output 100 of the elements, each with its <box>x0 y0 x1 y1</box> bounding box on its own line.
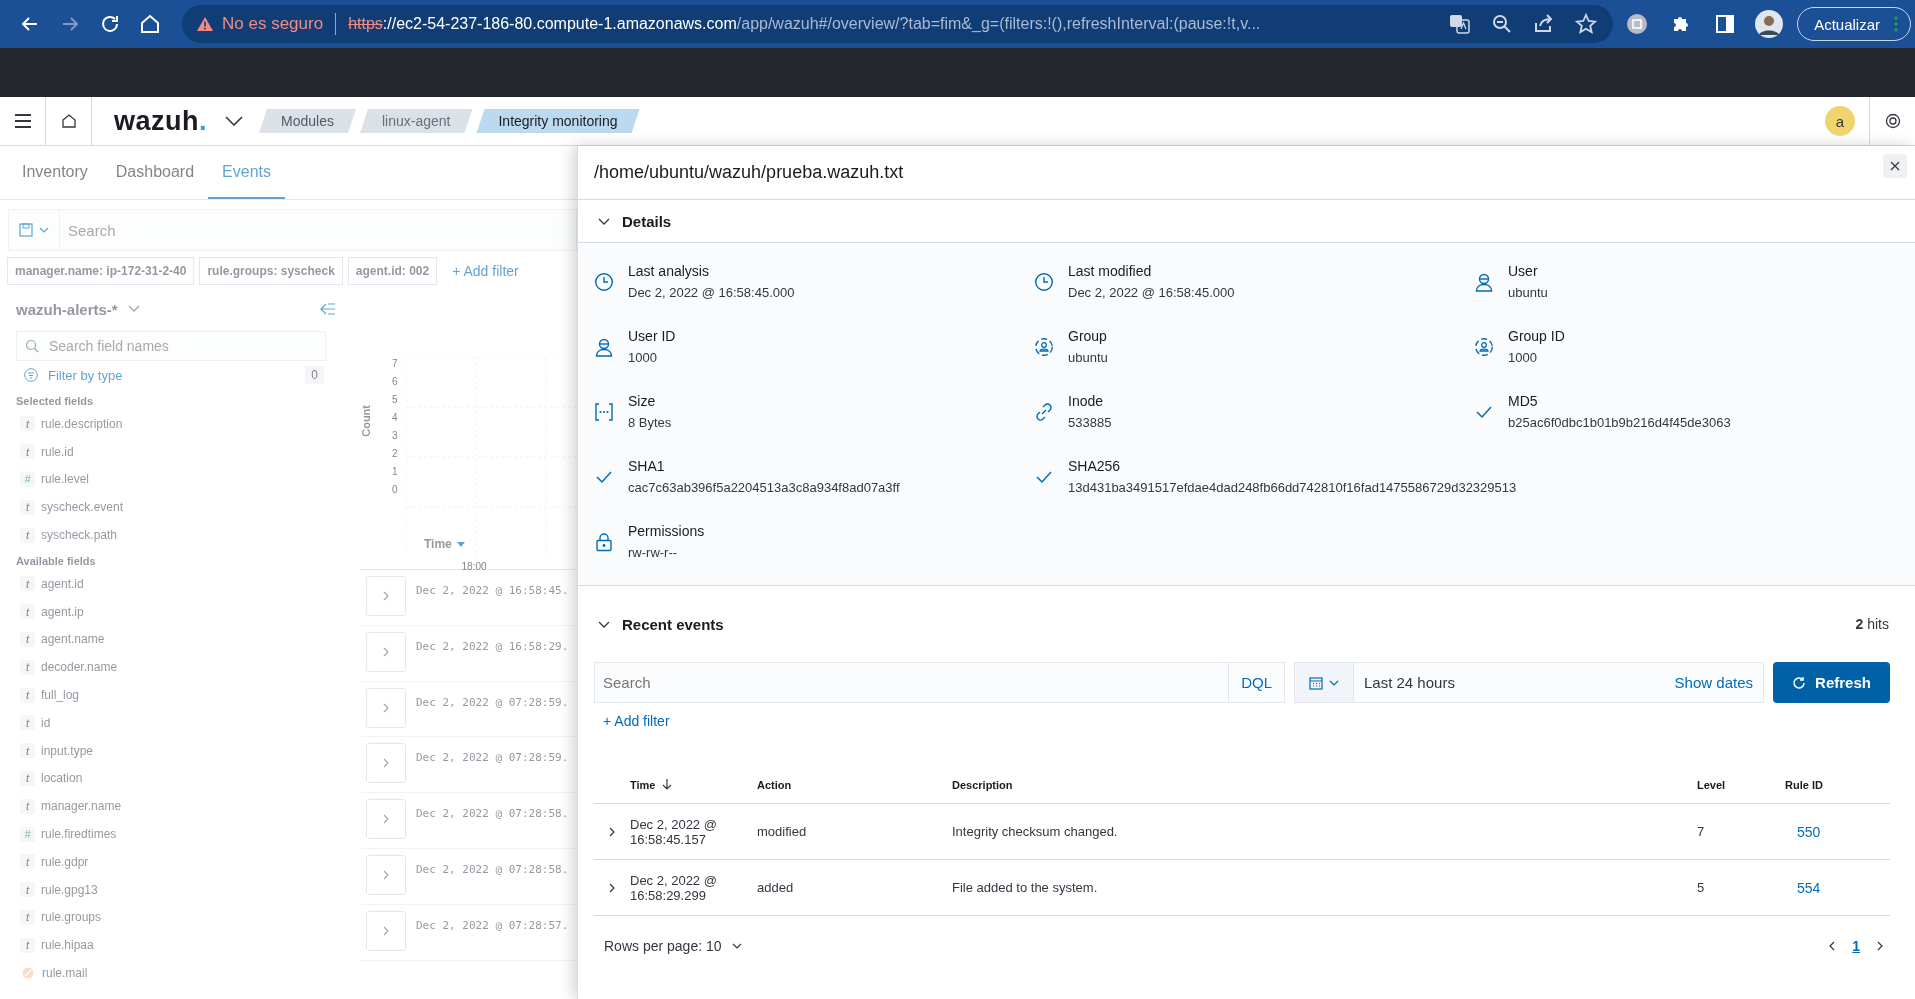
section-toggle[interactable]: Recent events <box>598 615 724 633</box>
table-cell-text: 7 <box>1697 824 1706 839</box>
filter-pill[interactable]: rule.groups: syscheck <box>199 257 343 285</box>
field-name[interactable]: agent.id <box>41 576 84 591</box>
group-icon <box>1474 337 1494 357</box>
rule-id-link[interactable]: 550 <box>1797 823 1821 840</box>
field-name[interactable]: rule.firedtimes <box>41 827 117 842</box>
collapse-icon[interactable] <box>320 303 336 315</box>
field-name[interactable]: rule.mail <box>42 966 88 981</box>
axis-label: Count <box>360 405 372 437</box>
field-name[interactable]: manager.name <box>41 799 122 814</box>
detail-value: cac7c63ab396f5a2204513a3c8a934f8ad07a3ff <box>628 479 900 497</box>
detail-value: rw-rw-r-- <box>628 544 679 562</box>
tick-label: 7 <box>392 357 398 370</box>
search-icon <box>25 339 39 353</box>
field-name[interactable]: location <box>41 771 83 786</box>
close-button[interactable] <box>1883 153 1907 178</box>
search-field[interactable]: Search <box>594 662 1229 703</box>
field-name[interactable]: id <box>41 715 51 730</box>
chevron-right-icon <box>383 702 389 713</box>
chevron-right-icon <box>609 826 615 837</box>
tab[interactable]: Inventory <box>8 146 102 199</box>
address-bar[interactable]: No es seguro https://ec2-54-237-186-80.compute-1.amazonaws.com/app/wazuh#/overview/?tab=fim&_g=(filters:!(),refreshInterval:(pause:!t,v... <box>182 5 1614 43</box>
chevron-right-icon <box>383 814 389 825</box>
field-name[interactable]: rule.id <box>41 444 74 459</box>
filter-icon[interactable] <box>24 368 38 382</box>
field-type-badge: t <box>20 527 35 543</box>
tab[interactable]: Events <box>208 146 285 199</box>
quick-menu-button[interactable] <box>1295 663 1354 702</box>
breadcrumb[interactable]: Modules <box>259 109 356 133</box>
field-type-badge: t <box>20 631 35 647</box>
field-name[interactable]: rule.gpg13 <box>41 882 98 897</box>
user-avatar[interactable]: a <box>1825 106 1855 136</box>
show-dates-link[interactable]: Show dates <box>1674 674 1753 691</box>
date-range[interactable]: Last 24 hours <box>1364 674 1455 691</box>
search-field[interactable]: Search <box>60 209 577 251</box>
column-header[interactable]: Time <box>424 537 452 551</box>
chevron-down-icon[interactable] <box>225 116 244 126</box>
add-filter-link[interactable]: + Add filter <box>452 263 519 279</box>
tab[interactable]: Dashboard <box>101 146 209 199</box>
menu-icon <box>14 114 31 128</box>
field-name[interactable]: input.type <box>41 743 94 758</box>
field-name[interactable]: agent.name <box>41 632 105 647</box>
breadcrumb[interactable]: Integrity monitoring <box>476 109 640 133</box>
chevron-left-icon <box>1829 941 1836 951</box>
clock-icon <box>594 272 614 292</box>
table-cell: Dec 2, 2022 @ 16:58:29. <box>416 639 569 653</box>
detail-label: MD5 <box>1508 392 1539 411</box>
column-header[interactable]: Action <box>757 778 952 791</box>
add-filter-link[interactable]: + Add filter <box>603 713 670 729</box>
index-pattern-selector[interactable]: wazuh-alerts-* <box>16 300 118 318</box>
detail-label: User <box>1508 262 1539 281</box>
field-type-badge: # <box>20 826 35 842</box>
flyout-title: /home/ubuntu/wazuh/prueba.wazuh.txt <box>594 162 905 183</box>
rule-id-link[interactable]: 554 <box>1797 879 1821 896</box>
refresh-button[interactable]: Refresh <box>1773 662 1890 703</box>
column-header[interactable]: Description <box>952 778 1697 791</box>
filter-pill[interactable]: agent.id: 002 <box>347 257 438 285</box>
hits-count: 2 hits <box>1855 616 1889 632</box>
field-type-badge: t <box>20 854 35 870</box>
field-name[interactable]: syscheck.path <box>41 528 118 543</box>
field-name[interactable]: rule.gdpr <box>41 854 89 869</box>
column-header[interactable]: Time <box>630 778 656 791</box>
field-name[interactable]: rule.description <box>41 416 123 431</box>
field-name[interactable]: rule.hipaa <box>41 938 94 953</box>
help-icon <box>1884 113 1901 129</box>
field-name[interactable]: full_log <box>41 688 80 703</box>
field-name[interactable]: syscheck.event <box>41 500 124 515</box>
field-type-badge: t <box>20 499 35 515</box>
section-toggle[interactable]: Details <box>598 212 672 230</box>
rows-per-page-button[interactable]: Rows per page: 10 <box>604 938 742 954</box>
detail-label: SHA1 <box>628 457 666 476</box>
query-language-button[interactable]: DQL <box>1228 662 1285 703</box>
home-icon <box>60 113 77 129</box>
field-name[interactable]: agent.ip <box>41 604 84 619</box>
calendar-icon <box>1309 675 1323 690</box>
column-header[interactable]: Level <box>1697 778 1785 791</box>
chevron-right-icon <box>383 758 389 769</box>
field-name[interactable]: rule.level <box>41 472 90 487</box>
field-name[interactable]: decoder.name <box>41 660 118 675</box>
breadcrumb[interactable]: linux-agent <box>359 109 473 133</box>
section-heading: Available fields <box>16 555 97 567</box>
filter-by-type-button[interactable]: Filter by type <box>48 367 123 383</box>
field-name[interactable]: rule.groups <box>41 910 102 925</box>
page-button[interactable]: 1 <box>1852 938 1860 954</box>
detail-value: ubuntu <box>1508 284 1548 302</box>
avatar-icon <box>1755 10 1784 38</box>
wazuh-logo[interactable]: wazuh. <box>114 105 208 137</box>
detail-label: Last modified <box>1068 262 1153 281</box>
tick-label: 6 <box>392 375 398 388</box>
filter-pill[interactable]: manager.name: ip-172-31-2-40 <box>7 257 195 285</box>
user-icon <box>1474 272 1494 292</box>
search-field[interactable]: Search field names <box>16 331 326 361</box>
url-text[interactable]: https://ec2-54-237-186-80.compute-1.amazonaws.com/app/wazuh#/overview/?tab=fim&_g=(filters:!(),refreshInterval:(pause:!t,v... <box>348 15 1436 33</box>
column-header[interactable]: Rule ID <box>1785 778 1865 791</box>
chevron-down-icon <box>39 227 49 233</box>
field-type-badge: t <box>20 659 35 675</box>
field-type-badge: t <box>20 604 35 620</box>
detail-value: Dec 2, 2022 @ 16:58:45.000 <box>1068 284 1235 302</box>
saved-query-button[interactable] <box>8 209 60 251</box>
